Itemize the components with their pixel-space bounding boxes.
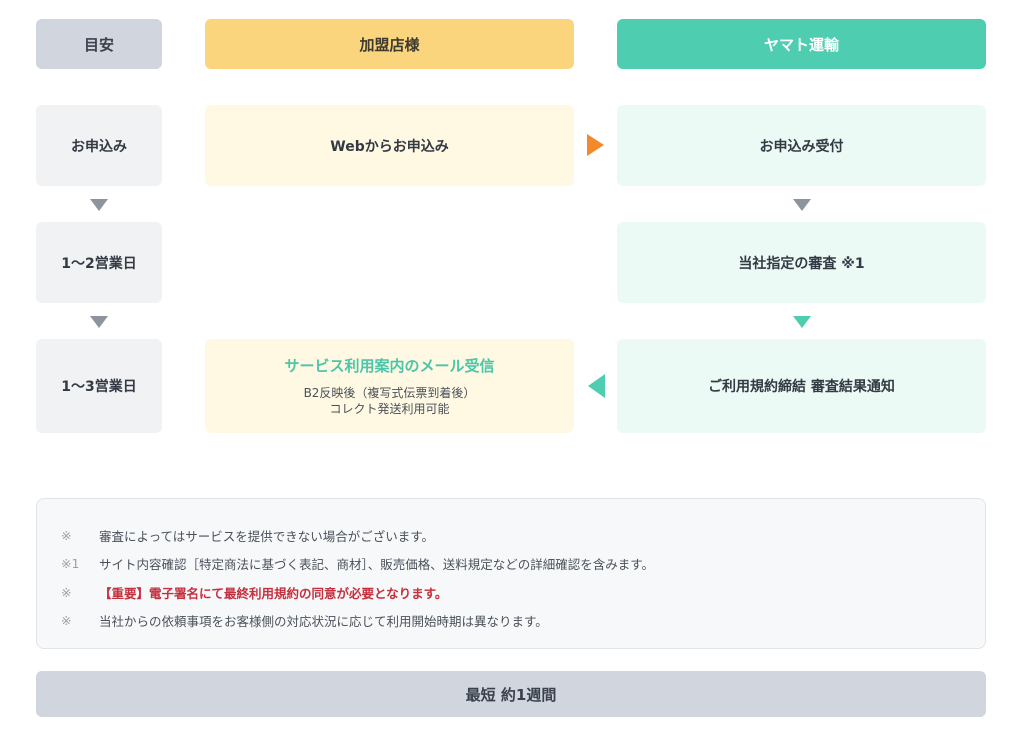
yamato-step-label: 当社指定の審査 ※1 [738, 255, 865, 272]
note-item: ※ 審査によってはサービスを提供できない場合がございます。 [61, 521, 961, 550]
merchant-step-label: Webからお申込み [330, 138, 449, 155]
header-yamato: ヤマト運輸 [617, 19, 986, 69]
yamato-step-label: ご利用規約締結 審査結果通知 [708, 379, 895, 395]
guide-step-apply: お申込み [36, 105, 162, 186]
guide-step-label: 1〜3営業日 [61, 379, 137, 395]
merchant-step-subtext: B2反映後（複写式伝票到着後） [303, 386, 476, 400]
left-arrow-icon [588, 374, 605, 398]
note-text: 審査によってはサービスを提供できない場合がございます。 [99, 528, 435, 544]
total-duration-label: 最短 約1週間 [465, 685, 557, 704]
header-guide: 目安 [36, 19, 162, 69]
note-mark: ※ [61, 527, 72, 543]
yamato-step-contract: ご利用規約締結 審査結果通知 [617, 339, 986, 433]
note-item-important: ※ 【重要】電子署名にて最終利用規約の同意が必要となります。 [61, 578, 961, 607]
right-arrow-icon [587, 134, 604, 156]
note-text: 【重要】電子署名にて最終利用規約の同意が必要となります。 [99, 585, 448, 601]
down-arrow-icon [90, 199, 108, 211]
total-duration-bar: 最短 約1週間 [36, 671, 986, 717]
note-mark: ※1 [61, 556, 80, 572]
merchant-step-web-apply: Webからお申込み [205, 105, 574, 186]
down-arrow-icon [90, 316, 108, 328]
guide-step-label: 1〜2営業日 [61, 255, 137, 272]
down-arrow-icon [793, 199, 811, 211]
guide-step-label: お申込み [71, 138, 127, 155]
yamato-step-review: 当社指定の審査 ※1 [617, 222, 986, 303]
note-text: 当社からの依頼事項をお客様側の対応状況に応じて利用開始時期は異なります。 [99, 614, 548, 630]
note-text: サイト内容確認［特定商法に基づく表記、商材］、販売価格、送料規定などの詳細確認を… [99, 557, 655, 573]
header-merchant-label: 加盟店様 [359, 35, 420, 54]
note-item: ※1 サイト内容確認［特定商法に基づく表記、商材］、販売価格、送料規定などの詳細… [61, 550, 961, 579]
down-arrow-icon [793, 316, 811, 328]
header-guide-label: 目安 [83, 35, 114, 54]
merchant-step-subtext: コレクト発送利用可能 [329, 402, 450, 416]
merchant-step-title: サービス利用案内のメール受信 [284, 357, 495, 375]
notes-panel: ※ 審査によってはサービスを提供できない場合がございます。 ※1 サイト内容確認… [36, 498, 986, 649]
note-mark: ※ [61, 584, 72, 600]
yamato-step-accept: お申込み受付 [617, 105, 986, 186]
note-mark: ※ [61, 613, 72, 629]
merchant-step-mail-receive: サービス利用案内のメール受信 B2反映後（複写式伝票到着後） コレクト発送利用可… [205, 339, 574, 433]
note-item: ※ 当社からの依頼事項をお客様側の対応状況に応じて利用開始時期は異なります。 [61, 607, 961, 636]
guide-step-1-3-days: 1〜3営業日 [36, 339, 162, 433]
yamato-step-label: お申込み受付 [759, 138, 844, 155]
header-merchant: 加盟店様 [205, 19, 574, 69]
guide-step-1-2-days: 1〜2営業日 [36, 222, 162, 303]
header-yamato-label: ヤマト運輸 [763, 35, 839, 54]
